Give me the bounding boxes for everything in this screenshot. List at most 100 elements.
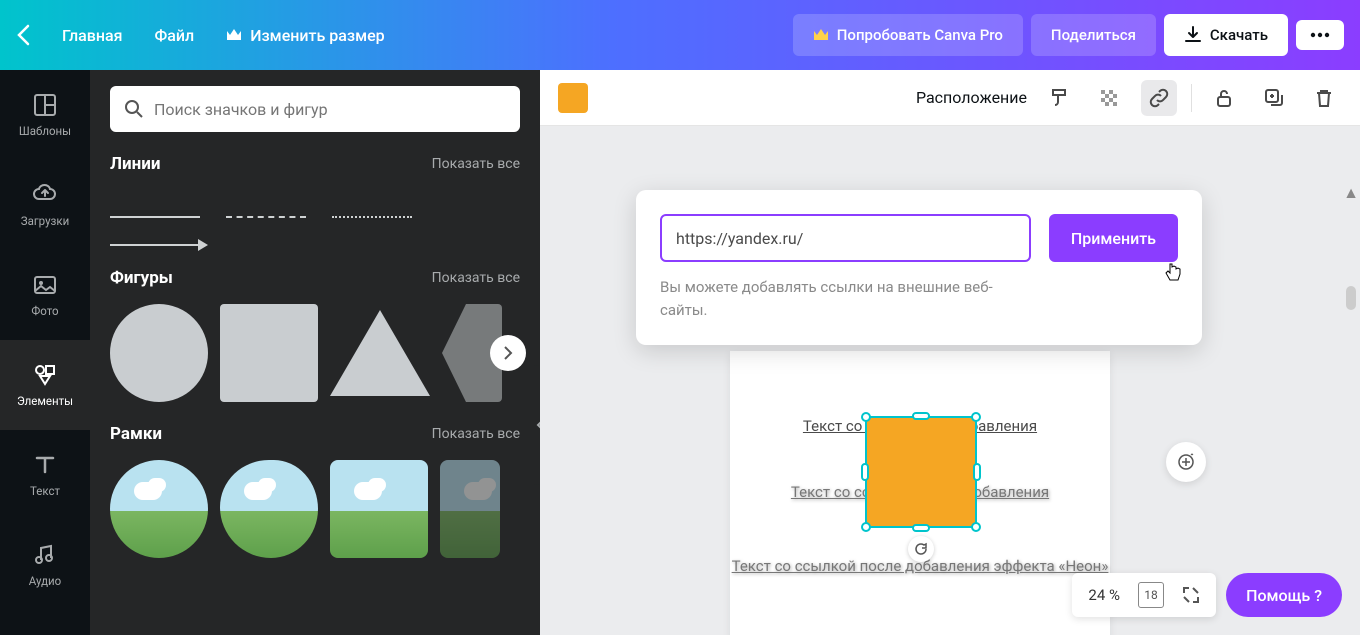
scroll-thumb[interactable]: [1346, 286, 1356, 310]
duplicate-icon[interactable]: [1256, 80, 1292, 116]
link-popover: Применить Вы можете добавлять ссылки на …: [636, 190, 1202, 345]
back-icon[interactable]: [16, 24, 30, 46]
shapes-show-all[interactable]: Показать все: [432, 270, 520, 286]
resize-handle-r[interactable]: [973, 463, 981, 481]
zoom-level[interactable]: 24 %: [1088, 586, 1120, 604]
canvas-page[interactable]: Текст со ссылкой до добавления Текст со …: [730, 351, 1110, 635]
link-hint: Вы можете добавлять ссылки на внешние ве…: [660, 276, 1000, 321]
shapes-title: Фигуры: [110, 268, 173, 288]
crown-icon: [226, 28, 242, 42]
audio-icon: [32, 542, 58, 568]
shape-circle[interactable]: [110, 304, 208, 402]
position-button[interactable]: Расположение: [916, 88, 1027, 107]
delete-icon[interactable]: [1306, 80, 1342, 116]
link-icon[interactable]: [1141, 80, 1177, 116]
top-header: Главная Файл Изменить размер Попробовать…: [0, 0, 1360, 70]
rail-elements[interactable]: Элементы: [0, 340, 90, 430]
text-icon: [32, 452, 58, 478]
frames-title: Рамки: [110, 424, 162, 444]
download-label: Скачать: [1210, 26, 1268, 44]
photos-icon: [32, 272, 58, 298]
shape-triangle[interactable]: [330, 310, 430, 396]
resize-label: Изменить размер: [250, 26, 384, 45]
line-dotted[interactable]: [332, 216, 412, 218]
download-icon: [1184, 26, 1202, 44]
panel-collapse[interactable]: [528, 365, 540, 485]
resize-handle-b[interactable]: [912, 524, 930, 532]
lock-icon[interactable]: [1206, 80, 1242, 116]
resize-handle-br[interactable]: [971, 522, 981, 532]
home-menu[interactable]: Главная: [62, 26, 123, 45]
templates-icon: [32, 92, 58, 118]
lines-section-head: Линии Показать все: [110, 154, 520, 174]
resize-handle-t[interactable]: [912, 412, 930, 420]
canvas-toolbar: Расположение: [540, 70, 1360, 126]
resize-handle-bl[interactable]: [861, 522, 871, 532]
resize-handle-l[interactable]: [861, 463, 869, 481]
apply-link-button[interactable]: Применить: [1049, 214, 1178, 262]
resize-handle-tl[interactable]: [861, 412, 871, 422]
line-solid[interactable]: [110, 216, 200, 218]
frame-blob[interactable]: [220, 460, 318, 558]
page-indicator[interactable]: 18: [1138, 582, 1164, 608]
dots-icon: [1310, 32, 1330, 38]
rail-uploads-label: Загрузки: [21, 214, 69, 228]
elements-icon: [32, 362, 58, 388]
link-url-input[interactable]: [660, 214, 1031, 262]
resize-menu[interactable]: Изменить размер: [226, 26, 384, 45]
try-pro-label: Попробовать Canva Pro: [837, 26, 1003, 44]
canvas-viewport[interactable]: Применить Вы можете добавлять ссылки на …: [540, 126, 1360, 635]
rail-text-label: Текст: [30, 484, 60, 498]
download-button[interactable]: Скачать: [1164, 14, 1288, 56]
icon-rail: Шаблоны Загрузки Фото Элементы Текст Ауд…: [0, 70, 90, 635]
elements-panel: Линии Показать все Фигуры Показать все Р…: [90, 70, 540, 635]
shapes-section-head: Фигуры Показать все: [110, 268, 520, 288]
selected-shape[interactable]: [865, 416, 977, 528]
frames-section-head: Рамки Показать все: [110, 424, 520, 444]
rail-uploads[interactable]: Загрузки: [0, 160, 90, 250]
style-icon[interactable]: [1041, 80, 1077, 116]
shapes-row: [110, 304, 520, 402]
add-page-button[interactable]: [1166, 442, 1206, 482]
lines-row: [110, 216, 520, 246]
uploads-icon: [32, 182, 58, 208]
chevron-right-icon: [503, 345, 513, 361]
rail-audio[interactable]: Аудио: [0, 520, 90, 610]
transparency-icon[interactable]: [1091, 80, 1127, 116]
bottom-bar: 24 % 18: [1072, 573, 1216, 617]
line-arrow[interactable]: [110, 244, 200, 246]
resize-handle-tr[interactable]: [971, 412, 981, 422]
frame-partial[interactable]: [440, 460, 500, 558]
rotate-handle[interactable]: [908, 536, 934, 562]
frame-circle[interactable]: [110, 460, 208, 558]
search-input[interactable]: [154, 100, 506, 119]
lines-title: Линии: [110, 154, 161, 174]
search-icon: [124, 99, 144, 119]
shapes-next[interactable]: [490, 335, 526, 371]
scroll-up-icon[interactable]: ▲: [1344, 186, 1358, 200]
canvas-area: Расположение: [540, 70, 1360, 635]
lines-show-all[interactable]: Показать все: [432, 156, 520, 172]
line-dashed[interactable]: [226, 216, 306, 218]
fill-color-swatch[interactable]: [558, 83, 588, 113]
more-button[interactable]: [1296, 20, 1344, 50]
frame-square[interactable]: [330, 460, 428, 558]
rail-photos-label: Фото: [31, 304, 58, 318]
rail-audio-label: Аудио: [29, 574, 61, 588]
frames-show-all[interactable]: Показать все: [432, 426, 520, 442]
try-pro-button[interactable]: Попробовать Canva Pro: [793, 14, 1023, 56]
file-menu[interactable]: Файл: [155, 26, 195, 45]
shape-square[interactable]: [220, 304, 318, 402]
rail-text[interactable]: Текст: [0, 430, 90, 520]
rail-elements-label: Элементы: [17, 394, 73, 408]
help-button[interactable]: Помощь ?: [1226, 573, 1342, 617]
crown-icon: [813, 28, 829, 42]
frames-row: [110, 460, 520, 558]
share-button[interactable]: Поделиться: [1031, 14, 1156, 56]
fullscreen-icon[interactable]: [1182, 586, 1200, 604]
header-left: Главная Файл Изменить размер: [16, 24, 385, 46]
vertical-scrollbar[interactable]: ▲: [1344, 186, 1358, 623]
rail-photos[interactable]: Фото: [0, 250, 90, 340]
rail-templates[interactable]: Шаблоны: [0, 70, 90, 160]
search-box[interactable]: [110, 86, 520, 132]
